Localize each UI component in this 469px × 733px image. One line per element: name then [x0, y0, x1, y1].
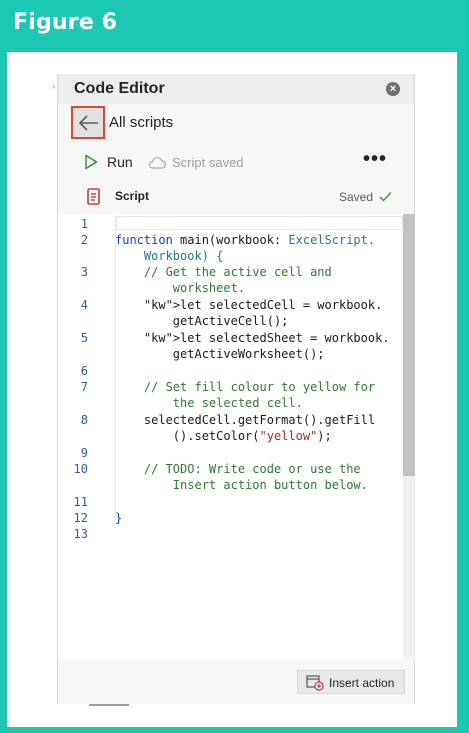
save-status-text: Script saved [172, 155, 244, 170]
script-name: Script [115, 189, 150, 203]
line-number: 1 [80, 217, 88, 231]
line-number: 5 [80, 331, 88, 345]
arrow-left-icon [78, 115, 98, 131]
code-line: // Set fill colour to yellow for [115, 380, 376, 394]
line-number: 3 [80, 265, 88, 279]
current-line-highlight [116, 216, 403, 230]
nav-row: All scripts [58, 104, 414, 144]
code-line: function main(workbook: ExcelScript. [115, 233, 376, 247]
code-line: Workbook) { [115, 249, 224, 263]
play-icon[interactable] [84, 154, 98, 170]
code-line: // Get the active cell and [115, 265, 332, 279]
back-button[interactable] [71, 106, 105, 139]
code-editor-pane: Code Editor × All scripts Run Script sav… [57, 74, 415, 706]
code-line: "kw">let selectedCell = workbook. [143, 298, 383, 312]
line-number: 13 [73, 527, 88, 541]
script-file-icon [87, 188, 100, 205]
insert-action-button[interactable]: Insert action [297, 670, 405, 694]
code-line: the selected cell. [115, 396, 303, 410]
line-number: 4 [80, 298, 88, 312]
scrollbar-thumb[interactable] [403, 214, 415, 476]
line-number: 8 [80, 413, 88, 427]
line-number: 12 [73, 511, 88, 525]
cloud-icon [148, 157, 167, 169]
all-scripts-link[interactable]: All scripts [109, 114, 173, 131]
code-line: ().setColor("yellow"); [115, 429, 332, 443]
insert-action-icon [306, 675, 324, 691]
editor-title: Code Editor [74, 80, 165, 97]
figure-title: Figure 6 [13, 10, 118, 35]
editor-header: Code Editor × [58, 74, 414, 104]
line-number: 9 [80, 446, 88, 460]
line-number: 10 [73, 462, 88, 476]
code-line: getActiveWorksheet(); [115, 347, 325, 361]
insert-action-label: Insert action [329, 676, 395, 690]
editor-toolbar: Run Script saved ••• [58, 148, 414, 176]
code-line: worksheet. [115, 281, 246, 295]
script-header: Script Saved [58, 184, 414, 210]
more-options-button[interactable]: ••• [363, 148, 387, 171]
editor-footer: Insert action [58, 659, 414, 704]
code-line: "kw">let selectedSheet = workbook. [143, 331, 390, 345]
line-number: 11 [73, 495, 88, 509]
saved-label: Saved [338, 190, 373, 204]
check-icon [379, 192, 392, 202]
panel-edge-mark: › [52, 81, 56, 92]
code-line: } [115, 511, 123, 525]
code-line: selectedCell.getFormat().getFill [115, 413, 376, 427]
line-number: 2 [80, 233, 88, 247]
line-number: 6 [80, 364, 88, 378]
run-button[interactable]: Run [107, 154, 133, 170]
code-line: getActiveCell(); [115, 314, 289, 328]
footer-indicator [89, 704, 129, 706]
code-line: // TODO: Write code or use the [115, 462, 361, 476]
code-line: Insert action button below. [115, 478, 368, 492]
line-number: 7 [80, 380, 88, 394]
close-icon[interactable]: × [386, 82, 400, 96]
